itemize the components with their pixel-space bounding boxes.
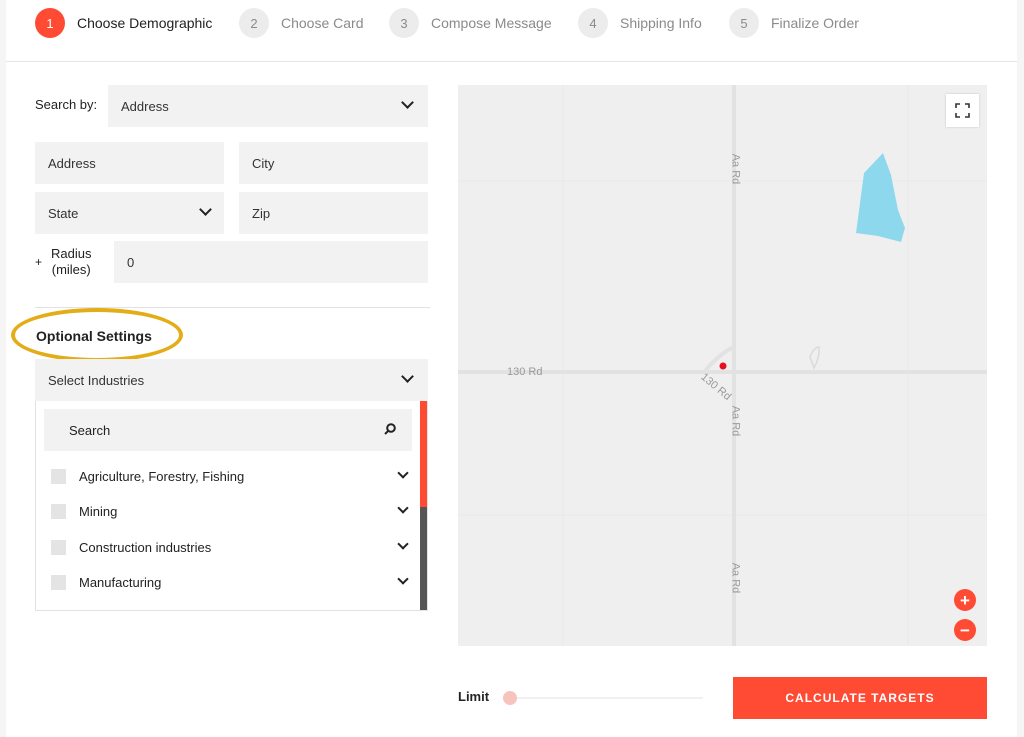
step-number: 2: [239, 8, 269, 38]
industry-search-placeholder: Search: [69, 422, 111, 438]
optional-settings-title: Optional Settings: [36, 328, 152, 344]
step-number: 3: [389, 8, 419, 38]
radius-value: 0: [127, 254, 135, 270]
industry-checkbox[interactable]: [51, 468, 66, 484]
water-body: [856, 153, 905, 242]
industries-dropdown: Search Agriculture, Forestry, Fishing Mi…: [35, 401, 428, 611]
step-label: Choose Card: [281, 15, 364, 31]
industries-scrollbar[interactable]: [420, 401, 427, 610]
chevron-down-icon[interactable]: [397, 467, 409, 479]
chevron-down-icon: [401, 370, 414, 383]
industry-label: Construction industries: [79, 539, 212, 555]
road-label-aa-mid: Aa Rd: [729, 405, 742, 437]
fullscreen-icon: [955, 103, 970, 118]
industries-scrollbar-thumb[interactable]: [420, 401, 427, 507]
step-label: Finalize Order: [771, 15, 859, 31]
industry-item[interactable]: Mining: [51, 499, 411, 523]
step-shipping-info[interactable]: 4 Shipping Info: [578, 8, 702, 38]
limit-slider-track[interactable]: [511, 697, 703, 699]
zip-field[interactable]: Zip: [239, 192, 428, 234]
industry-label: Agriculture, Forestry, Fishing: [79, 468, 245, 484]
chevron-down-icon: [199, 203, 212, 216]
limit-label: Limit: [458, 689, 490, 704]
step-number: 4: [578, 8, 608, 38]
limit-slider-thumb[interactable]: [503, 691, 517, 705]
industry-search-input[interactable]: Search: [44, 409, 412, 451]
industry-item[interactable]: Agriculture, Forestry, Fishing: [51, 464, 411, 488]
radius-label-line2: (miles): [51, 262, 91, 277]
step-finalize-order[interactable]: 5 Finalize Order: [729, 8, 859, 38]
industry-label: Manufacturing: [79, 574, 162, 590]
location-pin: [719, 362, 727, 370]
industry-checkbox[interactable]: [51, 539, 66, 555]
step-label: Compose Message: [431, 15, 552, 31]
industries-select-label: Select Industries: [48, 372, 145, 388]
map-view[interactable]: 130 Rd 130 Rd Aa Rd Aa Rd Aa Rd + −: [458, 85, 987, 646]
road-label-aa-bottom: Aa Rd: [729, 562, 742, 594]
address-field[interactable]: Address: [35, 142, 224, 184]
step-compose-message[interactable]: 3 Compose Message: [389, 8, 552, 38]
chevron-down-icon[interactable]: [397, 502, 409, 514]
industry-checkbox[interactable]: [51, 574, 66, 590]
industry-item[interactable]: Construction industries: [51, 535, 411, 559]
calculate-targets-button[interactable]: CALCULATE TARGETS: [733, 677, 987, 719]
state-select[interactable]: State: [35, 192, 224, 234]
step-number: 5: [729, 8, 759, 38]
radius-label-line1: Radius: [51, 246, 92, 261]
state-value: State: [48, 205, 79, 221]
road-label-130: 130 Rd: [507, 366, 543, 378]
zip-placeholder: Zip: [252, 205, 271, 221]
step-label: Shipping Info: [620, 15, 702, 31]
step-choose-demographic[interactable]: 1 Choose Demographic: [35, 8, 212, 38]
radius-expand-icon[interactable]: +: [35, 255, 42, 269]
search-icon[interactable]: [384, 423, 396, 435]
chevron-down-icon: [401, 96, 414, 109]
city-placeholder: City: [252, 155, 275, 171]
industry-label: Mining: [79, 503, 118, 519]
order-stepper: 1 Choose Demographic 2 Choose Card 3 Com…: [6, 0, 1017, 62]
chevron-down-icon[interactable]: [397, 573, 409, 585]
step-label: Choose Demographic: [77, 15, 213, 31]
zoom-in-button[interactable]: +: [954, 589, 976, 611]
search-by-select[interactable]: Address: [108, 85, 428, 127]
city-field[interactable]: City: [239, 142, 428, 184]
road-label-aa-top: Aa Rd: [729, 153, 742, 185]
industry-item[interactable]: Manufacturing: [51, 570, 411, 594]
zoom-out-button[interactable]: −: [954, 619, 976, 641]
industry-checkbox[interactable]: [51, 503, 66, 519]
search-by-label: Search by:: [35, 97, 98, 112]
radius-label: Radius (miles): [51, 246, 91, 278]
fullscreen-button[interactable]: [946, 94, 979, 127]
chevron-down-icon[interactable]: [397, 538, 409, 550]
radius-input[interactable]: 0: [114, 241, 428, 283]
step-number: 1: [35, 8, 65, 38]
industries-select[interactable]: Select Industries: [35, 359, 428, 401]
address-placeholder: Address: [48, 155, 96, 171]
step-choose-card[interactable]: 2 Choose Card: [239, 8, 364, 38]
main-panel: 1 Choose Demographic 2 Choose Card 3 Com…: [6, 0, 1017, 737]
search-by-value: Address: [121, 98, 169, 114]
